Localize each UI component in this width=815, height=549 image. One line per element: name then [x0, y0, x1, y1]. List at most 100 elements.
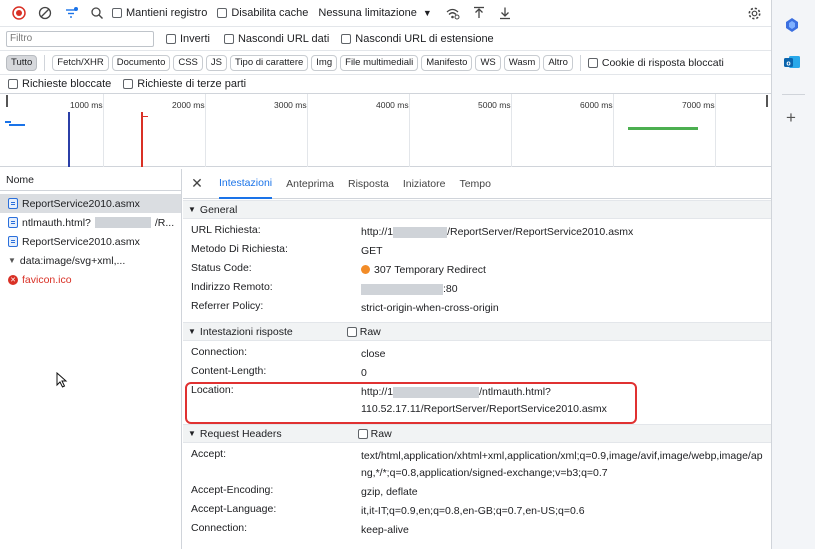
- record-icon[interactable]: [8, 2, 30, 24]
- hide-data-urls-checkbox[interactable]: Nascondi URL dati: [223, 32, 330, 45]
- disable-cache-checkbox[interactable]: Disabilita cache: [217, 7, 308, 19]
- search-icon[interactable]: [86, 2, 108, 24]
- tab-response[interactable]: Risposta: [348, 169, 389, 199]
- request-row[interactable]: ReportService2010.asmx: [0, 232, 181, 251]
- third-party-checkbox[interactable]: Richieste di terze parti: [123, 78, 246, 90]
- preserve-log-checkbox[interactable]: Mantieni registro: [112, 7, 207, 19]
- overview-timeline[interactable]: 1000 ms 2000 ms 3000 ms 4000 ms 5000 ms …: [0, 94, 771, 167]
- settings-gear-icon[interactable]: [743, 2, 765, 24]
- raw-checkbox[interactable]: Raw: [357, 428, 392, 440]
- blocked-requests-label: Richieste bloccate: [22, 78, 112, 90]
- request-row[interactable]: ✕ favicon.ico: [0, 270, 181, 289]
- close-icon[interactable]: ✕: [189, 175, 205, 192]
- type-filter-document[interactable]: Documento: [111, 54, 171, 71]
- clear-icon[interactable]: [34, 2, 56, 24]
- timeline-tick-label: 2000 ms: [172, 100, 205, 110]
- export-har-icon[interactable]: [494, 2, 516, 24]
- type-filter-ws[interactable]: WS: [475, 54, 501, 71]
- checkbox-box[interactable]: [341, 33, 352, 44]
- checkbox-box[interactable]: [223, 33, 234, 44]
- checkbox-box[interactable]: [8, 79, 18, 89]
- filter-input[interactable]: Filtro: [6, 30, 154, 47]
- header-row: Content-Length: 0: [183, 363, 771, 382]
- filter-bar: Filtro Inverti Nascondi URL dati Nascond…: [0, 27, 771, 51]
- type-filter-css[interactable]: CSS: [173, 54, 203, 71]
- redacted-text: [361, 283, 443, 295]
- timeline-gridline: [409, 94, 410, 167]
- blocked-cookies-checkbox[interactable]: Cookie di risposta bloccati: [587, 57, 724, 69]
- checkbox-box[interactable]: [123, 79, 134, 89]
- header-key: Indirizzo Remoto:: [191, 281, 273, 293]
- error-icon: ✕: [8, 274, 18, 285]
- filter-icon[interactable]: [60, 2, 82, 24]
- timeline-gridline: [715, 94, 716, 167]
- type-filter-fetch-xhr[interactable]: Fetch/XHR: [52, 54, 109, 71]
- response-headers-section-header[interactable]: ▼ Intestazioni risposte Raw: [183, 322, 771, 341]
- header-row: Connection: close: [183, 344, 771, 363]
- header-key: Status Code:: [191, 262, 252, 274]
- network-conditions-icon[interactable]: [442, 2, 464, 24]
- checkbox-box[interactable]: [346, 326, 357, 337]
- type-filter-other[interactable]: Altro: [543, 54, 573, 71]
- type-filter-wasm[interactable]: Wasm: [503, 54, 541, 71]
- type-filter-js[interactable]: JS: [205, 54, 227, 71]
- checkbox-box[interactable]: [217, 8, 228, 18]
- disable-cache-label: Disabilita cache: [231, 7, 309, 19]
- checkbox-box[interactable]: [112, 8, 122, 18]
- checkbox-box[interactable]: [587, 57, 598, 68]
- blocked-requests-checkbox[interactable]: Richieste bloccate: [8, 78, 111, 90]
- throttling-value: Nessuna limitazione: [318, 7, 417, 19]
- redacted-text: [94, 217, 151, 228]
- outlook-icon[interactable]: o: [783, 54, 801, 73]
- section-title: General: [199, 203, 238, 216]
- request-name: ntlmauth.html?: [22, 216, 91, 229]
- timeline-tick-label: 5000 ms: [478, 100, 511, 110]
- tab-timing[interactable]: Tempo: [459, 169, 491, 199]
- add-icon[interactable]: +: [786, 108, 796, 128]
- timeline-gridline: [613, 94, 614, 167]
- header-row: Referrer Policy: strict-origin-when-cross…: [183, 298, 771, 317]
- request-list-header[interactable]: Nome: [0, 169, 181, 191]
- request-row[interactable]: ntlmauth.html? /R...: [0, 213, 181, 232]
- request-name: data:image/svg+xml,...: [19, 254, 126, 267]
- tab-preview[interactable]: Anteprima: [286, 169, 334, 199]
- timeline-handle-right[interactable]: [766, 95, 768, 107]
- type-filter-img[interactable]: Img: [311, 54, 338, 71]
- location-line2: 110.52.17.11/ReportServer/ReportService2…: [361, 403, 607, 415]
- timeline-request-bar: [9, 124, 25, 126]
- remote-port: :80: [443, 283, 458, 295]
- throttling-select[interactable]: Nessuna limitazione ▼: [318, 7, 431, 19]
- header-row: Accept-Encoding: gzip, deflate: [183, 482, 771, 501]
- type-filter-font[interactable]: Tipo di carattere: [230, 54, 309, 71]
- expand-triangle-icon[interactable]: ▼: [8, 256, 16, 265]
- header-key: Connection:: [191, 522, 248, 534]
- header-value: text/html,application/xhtml+xml,applicat…: [361, 450, 763, 479]
- timeline-handle-left[interactable]: [6, 95, 8, 107]
- type-filter-manifest[interactable]: Manifesto: [421, 54, 473, 71]
- third-party-label: Richieste di terze parti: [137, 78, 247, 90]
- copilot-icon[interactable]: [784, 17, 800, 36]
- timeline-tick-label: 4000 ms: [376, 100, 409, 110]
- dropdown-arrow-icon: ▼: [422, 8, 432, 18]
- checkbox-box[interactable]: [166, 33, 176, 44]
- request-row[interactable]: ReportService2010.asmx: [0, 194, 181, 213]
- type-filter-all[interactable]: Tutto: [6, 54, 38, 71]
- checkbox-box[interactable]: [357, 428, 368, 439]
- general-section-header[interactable]: ▼ General: [183, 200, 771, 219]
- invert-checkbox[interactable]: Inverti: [166, 33, 210, 45]
- request-headers-section-header[interactable]: ▼ Request Headers Raw: [183, 424, 771, 443]
- type-filter-media[interactable]: File multimediali: [340, 54, 419, 71]
- import-har-icon[interactable]: [468, 2, 490, 24]
- hide-extension-urls-checkbox[interactable]: Nascondi URL di estensione: [341, 33, 494, 45]
- timeline-gridline: [205, 94, 206, 167]
- location-suffix: /ntlmauth.html?: [479, 386, 551, 398]
- header-key: Location:: [191, 384, 234, 396]
- request-row[interactable]: ▼ data:image/svg+xml,...: [0, 251, 181, 270]
- timeline-tick-label: 1000 ms: [70, 100, 103, 110]
- tab-initiator[interactable]: Iniziatore: [403, 169, 446, 199]
- raw-checkbox[interactable]: Raw: [346, 326, 381, 338]
- collapse-triangle-icon: ▼: [188, 205, 196, 214]
- hide-data-urls-label: Nascondi URL dati: [237, 32, 330, 45]
- load-event-line: [141, 112, 143, 167]
- tab-headers[interactable]: Intestazioni: [219, 169, 273, 199]
